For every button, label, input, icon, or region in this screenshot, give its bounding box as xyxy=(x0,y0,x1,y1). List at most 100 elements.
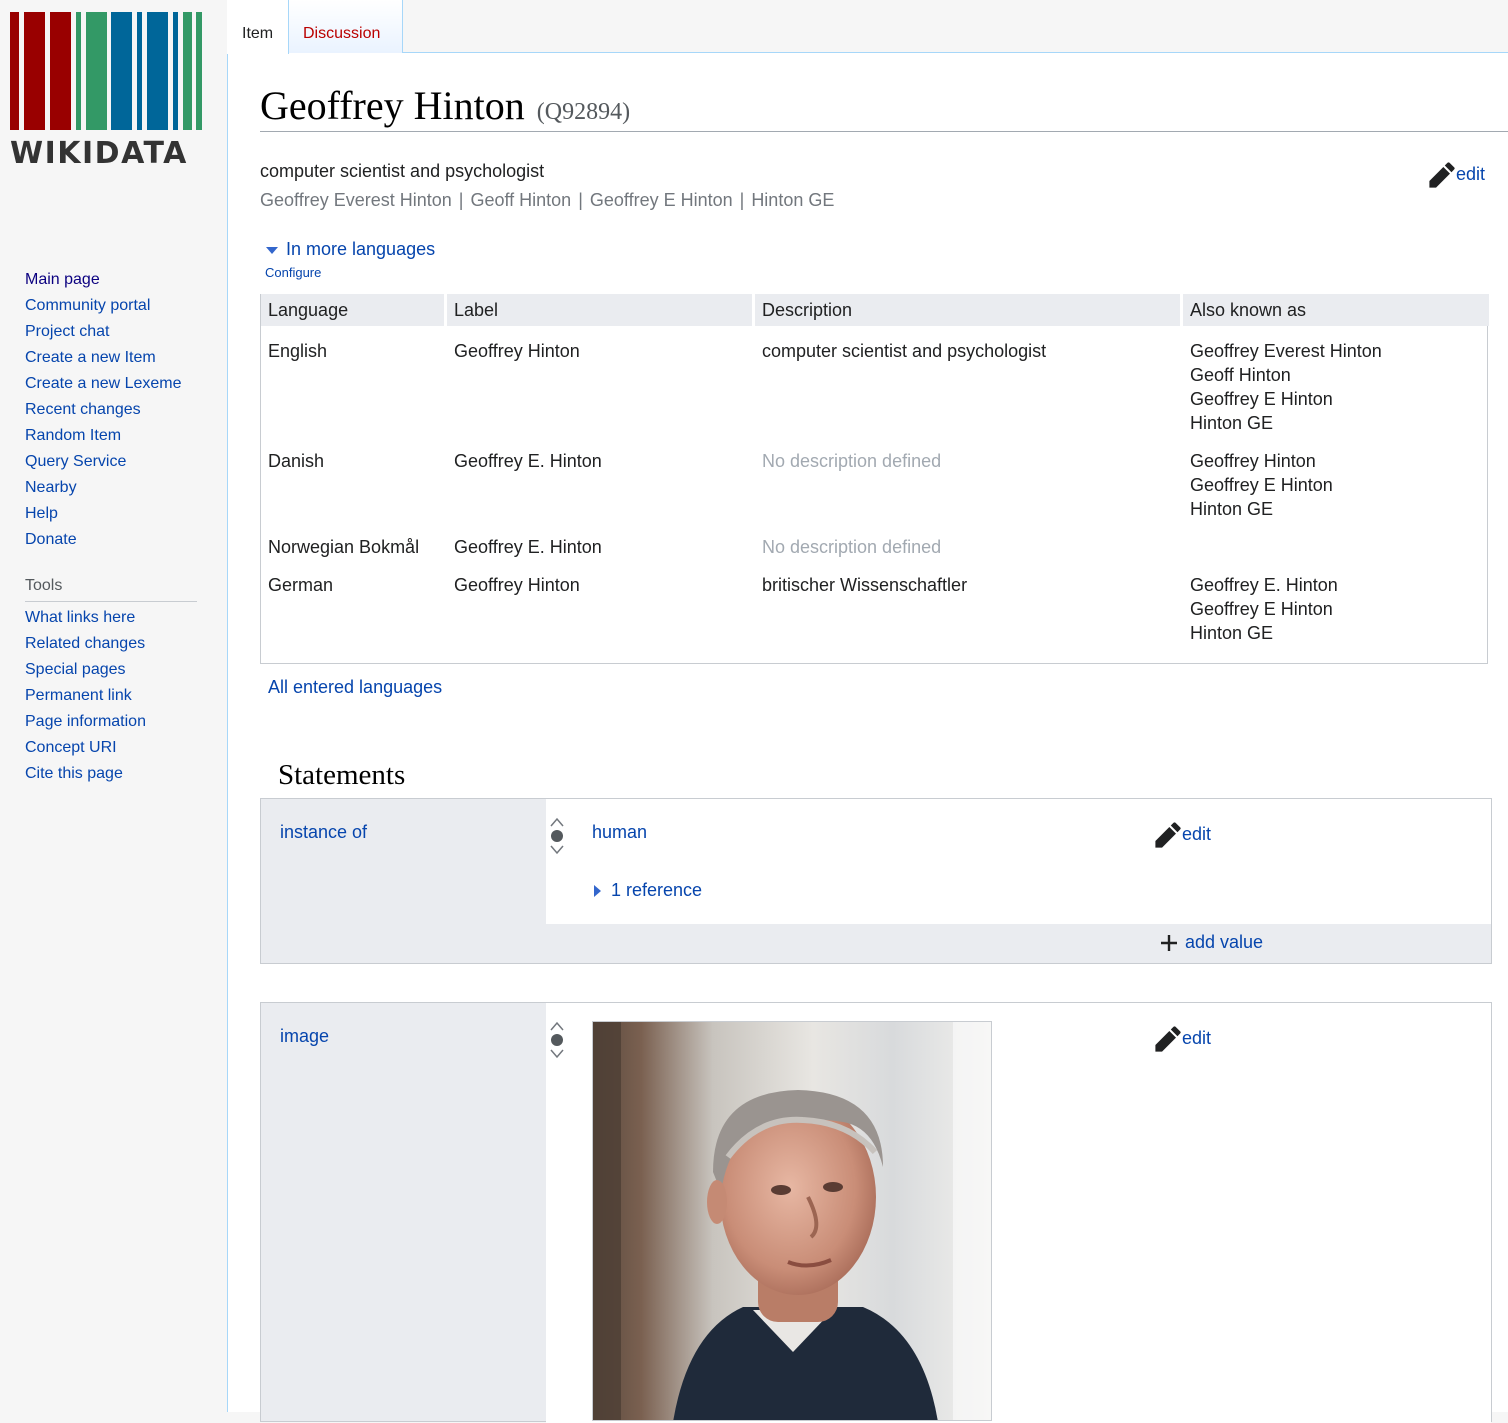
alias-item: Geoffrey Everest Hinton xyxy=(1190,341,1382,361)
alias-item: Geoffrey E. Hinton xyxy=(1190,575,1338,595)
column-header: Language xyxy=(261,294,444,326)
rank-icon[interactable] xyxy=(550,1021,564,1059)
property-instance-of[interactable]: instance of xyxy=(280,821,367,843)
nav-recent-changes[interactable]: Recent changes xyxy=(25,401,141,418)
more-languages-label: In more languages xyxy=(286,239,436,259)
description-cell: No description defined xyxy=(762,451,942,471)
alias-item: Geoffrey E Hinton xyxy=(1190,475,1333,495)
statement-value-human[interactable]: human xyxy=(592,821,647,843)
statement-body: human edit 1 reference xyxy=(546,799,1491,924)
statement-edit-button[interactable]: edit xyxy=(1154,821,1211,849)
label-cell: Geoffrey E. Hinton xyxy=(454,537,602,557)
alias-item: Geoff Hinton xyxy=(1190,365,1291,385)
pencil-icon xyxy=(1155,822,1181,848)
label-cell: Geoffrey E. Hinton xyxy=(454,451,602,471)
language-cell: Danish xyxy=(268,451,325,471)
alias-item: Hinton GE xyxy=(1190,413,1274,433)
entity-aliases: Geoffrey Everest Hinton | Geoff Hinton | Geo… xyxy=(260,189,834,211)
configure-link[interactable]: Configure xyxy=(265,265,321,281)
alias-item: Hinton GE xyxy=(751,190,835,210)
nav-random-item[interactable]: Random Item xyxy=(25,427,121,444)
tab-discussion[interactable]: Discussion xyxy=(289,0,403,53)
alias-item: Geoffrey Everest Hinton xyxy=(260,190,452,210)
nav-nearby[interactable]: Nearby xyxy=(25,479,77,496)
tool-related-changes[interactable]: Related changes xyxy=(25,635,145,652)
description-cell: britischer Wissenschaftler xyxy=(762,575,968,595)
label-cell: Geoffrey Hinton xyxy=(454,341,580,361)
alias-item: Geoffrey E Hinton xyxy=(1190,389,1333,409)
language-cell: English xyxy=(268,341,328,361)
nav-project-chat[interactable]: Project chat xyxy=(25,323,109,340)
alias-item: Geoffrey E Hinton xyxy=(1190,599,1333,619)
nav-help[interactable]: Help xyxy=(25,505,58,522)
tool-permanent-link[interactable]: Permanent link xyxy=(25,687,132,704)
pencil-icon xyxy=(1429,162,1455,188)
logo-wordmark: WIKIDATA xyxy=(10,136,188,171)
portrait-photo xyxy=(593,1022,991,1420)
add-value-button[interactable]: add value xyxy=(1159,931,1263,953)
statement-body: edit xyxy=(546,1003,1491,1423)
statement-edit-button[interactable]: edit xyxy=(1154,1025,1211,1053)
page-title: Geoffrey Hinton xyxy=(260,83,525,128)
description-cell: computer scientist and psychologist xyxy=(762,341,1047,361)
tool-concept-uri[interactable]: Concept URI xyxy=(25,739,117,756)
rank-icon[interactable] xyxy=(550,817,564,855)
statements-heading: Statements xyxy=(278,759,406,791)
description-cell: No description defined xyxy=(762,537,942,557)
references-toggle[interactable]: 1 reference xyxy=(594,879,702,901)
alias-separator: | xyxy=(458,190,464,210)
nav-create-lexeme[interactable]: Create a new Lexeme xyxy=(25,375,182,392)
nav-donate[interactable]: Donate xyxy=(25,531,77,548)
pencil-icon xyxy=(1155,1026,1181,1052)
header-edit-label: edit xyxy=(1456,163,1486,184)
table-header: Language Label Description Also known as xyxy=(261,294,1489,326)
language-cell: Norwegian Bokmål xyxy=(268,537,420,557)
tools-navigation: What links here Related changes Special … xyxy=(25,608,146,790)
more-languages-toggle[interactable]: In more languages xyxy=(266,238,435,260)
nav-main-page[interactable]: Main page xyxy=(25,271,100,288)
tool-cite-this-page[interactable]: Cite this page xyxy=(25,765,123,782)
language-cell: German xyxy=(268,575,334,595)
tool-special-pages[interactable]: Special pages xyxy=(25,661,126,678)
tool-page-information[interactable]: Page information xyxy=(25,713,146,730)
property-image[interactable]: image xyxy=(280,1025,329,1047)
alias-item: Hinton GE xyxy=(1190,499,1274,519)
alias-separator: | xyxy=(739,190,745,210)
alias-separator: | xyxy=(578,190,583,210)
add-value-label: add value xyxy=(1185,932,1264,952)
aliases-cell: Geoffrey Hinton Geoffrey E Hinton Hinton… xyxy=(1190,449,1333,521)
aliases-cell: Geoffrey E. Hinton Geoffrey E Hinton Hin… xyxy=(1190,573,1338,645)
alias-item: Hinton GE xyxy=(1190,623,1274,643)
tab-item[interactable]: Item xyxy=(227,0,289,54)
page-heading: Geoffrey Hinton (Q92894) xyxy=(260,82,1508,132)
plus-icon xyxy=(1161,935,1177,952)
alias-item: Geoffrey E Hinton xyxy=(589,190,733,210)
wikidata-logo[interactable]: WIKIDATA xyxy=(10,12,202,172)
left-panel: WIKIDATA Main page Community portal Proj… xyxy=(0,0,228,1402)
alias-item: Geoffrey Hinton xyxy=(1190,451,1316,471)
entity-description: computer scientist and psychologist xyxy=(260,161,545,181)
portrait-image[interactable] xyxy=(592,1021,992,1421)
statement-edit-label: edit xyxy=(1182,1027,1212,1048)
tool-what-links-here[interactable]: What links here xyxy=(25,609,135,626)
logo-barcode xyxy=(10,12,202,130)
triangle-right-icon xyxy=(594,885,601,898)
main-navigation: Main page Community portal Project chat … xyxy=(25,270,182,556)
column-header: Also known as xyxy=(1183,294,1489,326)
nav-create-item[interactable]: Create a new Item xyxy=(25,349,156,366)
triangle-down-icon xyxy=(266,246,278,254)
nav-community-portal[interactable]: Community portal xyxy=(25,297,150,314)
statement-edit-label: edit xyxy=(1182,823,1212,844)
entity-id: (Q92894) xyxy=(536,99,631,125)
languages-table: Language Label Description Also known as… xyxy=(260,294,1489,664)
alias-item: Geoff Hinton xyxy=(470,190,572,210)
nav-query-service[interactable]: Query Service xyxy=(25,453,126,470)
header-edit-button[interactable]: edit xyxy=(1428,161,1485,189)
references-label: 1 reference xyxy=(611,880,703,900)
tools-heading[interactable]: Tools xyxy=(25,576,197,602)
column-header: Label xyxy=(447,294,752,326)
label-cell: Geoffrey Hinton xyxy=(454,575,580,595)
statement-group-image: image edit xyxy=(260,1002,1492,1423)
all-languages-link[interactable]: All entered languages xyxy=(268,676,442,698)
aliases-cell: Geoffrey Everest Hinton Geoff Hinton Geo… xyxy=(1190,339,1382,435)
